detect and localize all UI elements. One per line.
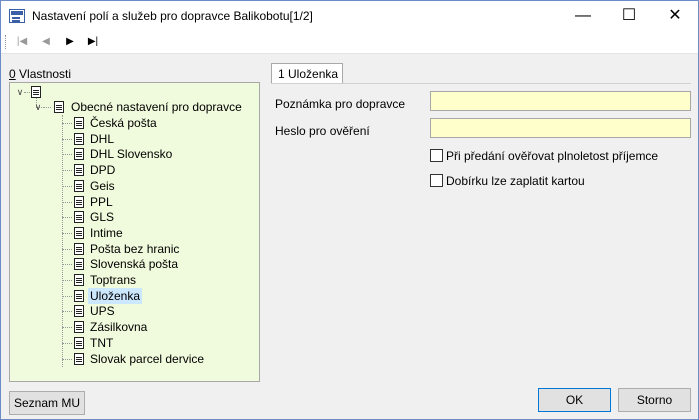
document-icon (74, 321, 84, 333)
tree-connector (62, 139, 72, 140)
tree-item[interactable]: Pošta bez hranic (90, 241, 179, 257)
tree-connector (62, 202, 72, 203)
toolbar (1, 31, 698, 54)
document-icon (31, 86, 41, 98)
tree-item[interactable]: UPS (90, 303, 115, 319)
minimize-button[interactable]: — (560, 1, 606, 31)
document-icon (74, 211, 84, 223)
seznam-mu-button[interactable]: Seznam MU (9, 391, 85, 415)
tree-group-general[interactable]: Obecné nastavení pro dopravce (71, 99, 242, 115)
document-icon (74, 353, 84, 365)
tree-item[interactable]: Zásilkovna (90, 319, 147, 335)
ok-button[interactable]: OK (538, 388, 611, 412)
document-icon (74, 290, 84, 302)
maximize-button[interactable]: ☐ (606, 1, 652, 31)
tree-item[interactable]: PPL (90, 194, 113, 210)
tree-item[interactable]: Česká pošta (90, 115, 157, 131)
properties-label: 0 Vlastnosti (9, 67, 72, 81)
prev-record-icon[interactable]: ◀ (38, 34, 54, 50)
document-icon (74, 148, 84, 160)
tree-item[interactable]: Uloženka (88, 288, 143, 304)
close-button[interactable]: ✕ (652, 1, 698, 31)
note-label: Poznámka pro dopravce (275, 97, 406, 111)
password-label: Heslo pro ověření (275, 124, 370, 138)
tree-item[interactable]: GLS (90, 209, 114, 225)
document-icon (74, 164, 84, 176)
document-icon (74, 227, 84, 239)
tree-connector (62, 311, 72, 312)
properties-tree[interactable]: ∨ ∨ Obecné nastavení pro dopravce Česká … (9, 82, 260, 382)
document-icon (74, 243, 84, 255)
app-icon (9, 9, 25, 23)
tree-item[interactable]: DPD (90, 162, 115, 178)
tree-connector (62, 327, 72, 328)
tree-connector (62, 249, 72, 250)
document-icon (74, 305, 84, 317)
tree-connector (62, 296, 72, 297)
tab-ulozenka[interactable]: 1 Uloženka (271, 63, 343, 83)
document-icon (74, 117, 84, 129)
tree-item[interactable]: Toptrans (90, 272, 136, 288)
tree-connector (62, 233, 72, 234)
tree-item[interactable]: Geis (90, 178, 115, 194)
tree-connector (62, 186, 72, 187)
title-bar[interactable]: Nastavení polí a služeb pro dopravce Bal… (1, 1, 698, 31)
tree-connector (62, 154, 72, 155)
window-title: Nastavení polí a služeb pro dopravce Bal… (32, 9, 313, 23)
tree-connector (62, 217, 72, 218)
tree-connector (62, 343, 72, 344)
document-icon (74, 180, 84, 192)
last-record-icon[interactable]: ▶| (85, 34, 101, 50)
password-input[interactable] (430, 118, 691, 138)
chevron-down-icon[interactable]: ∨ (33, 102, 43, 112)
tree-connector (62, 170, 72, 171)
cod-card-label[interactable]: Dobírku lze zaplatit kartou (446, 174, 585, 188)
tree-connector (62, 280, 72, 281)
tree-connector (62, 359, 72, 360)
tree-item[interactable]: DHL Slovensko (90, 146, 172, 162)
tree-item[interactable]: DHL (90, 131, 114, 147)
tab-separator (271, 83, 691, 84)
age-check-checkbox[interactable] (430, 149, 443, 162)
tree-item[interactable]: Intime (90, 225, 123, 241)
tree-connector (62, 264, 72, 265)
document-icon (74, 196, 84, 208)
toolbar-grip (5, 35, 8, 49)
document-icon (54, 101, 64, 113)
document-icon (74, 133, 84, 145)
tree-item[interactable]: TNT (90, 335, 113, 351)
document-icon (74, 274, 84, 286)
next-record-icon[interactable]: ▶ (62, 34, 78, 50)
document-icon (74, 258, 84, 270)
tree-connector (62, 123, 72, 124)
document-icon (74, 337, 84, 349)
tree-item[interactable]: Slovak parcel dervice (90, 351, 204, 367)
first-record-icon[interactable]: |◀ (14, 34, 30, 50)
age-check-label[interactable]: Při předání ověřovat plnoletost příjemce (446, 149, 658, 163)
cancel-button[interactable]: Storno (618, 388, 691, 412)
dialog-window: Nastavení polí a služeb pro dopravce Bal… (0, 0, 699, 420)
tree-item[interactable]: Slovenská pošta (90, 256, 178, 272)
note-input[interactable] (430, 91, 691, 111)
cod-card-checkbox[interactable] (430, 174, 443, 187)
